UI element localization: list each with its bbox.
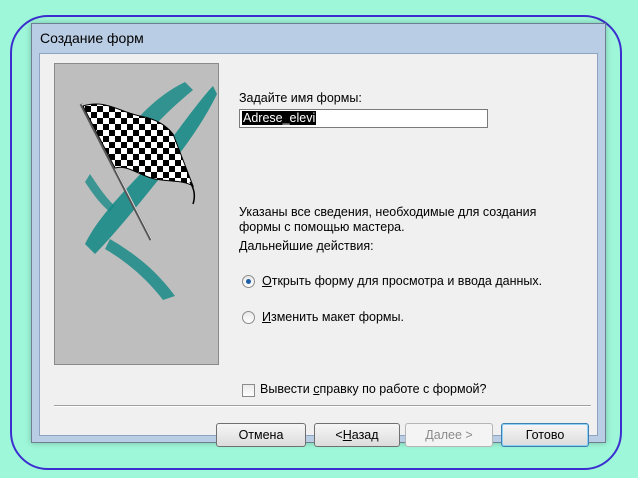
open-form-option-label[interactable]: Открыть форму для просмотра и ввода данн… bbox=[262, 274, 542, 288]
dialog-client-area: Задайте имя формы: Adrese_elevi Указаны … bbox=[39, 53, 598, 447]
info-text-line2: формы с помощью мастера. bbox=[239, 220, 405, 234]
dialog-title: Создание форм bbox=[40, 30, 144, 46]
next-button[interactable]: Далее > bbox=[405, 423, 493, 447]
open-form-radio[interactable] bbox=[242, 275, 255, 288]
back-button[interactable]: < Назад bbox=[314, 423, 400, 447]
cancel-button[interactable]: Отмена bbox=[216, 423, 306, 447]
form-name-label: Задайте имя формы: bbox=[239, 91, 362, 105]
modify-layout-radio[interactable] bbox=[242, 311, 255, 324]
show-help-label[interactable]: Вывести справку по работе с формой? bbox=[260, 382, 486, 396]
checkered-flag-icon bbox=[79, 82, 217, 300]
modify-layout-option-label[interactable]: Изменить макет формы. bbox=[262, 310, 404, 324]
info-text-line1: Указаны все сведения, необходимые для со… bbox=[239, 205, 537, 219]
form-wizard-dialog: Создание форм Задайте имя формы: Adrese_… bbox=[31, 23, 606, 447]
next-actions-label: Дальнейшие действия: bbox=[239, 239, 374, 253]
form-name-input[interactable]: Adrese_elevi bbox=[239, 109, 488, 128]
finish-button[interactable]: Готово bbox=[501, 423, 589, 447]
button-divider bbox=[54, 405, 591, 407]
form-name-value: Adrese_elevi bbox=[242, 111, 317, 125]
show-help-checkbox[interactable] bbox=[242, 384, 255, 397]
wizard-image-panel bbox=[54, 63, 219, 365]
